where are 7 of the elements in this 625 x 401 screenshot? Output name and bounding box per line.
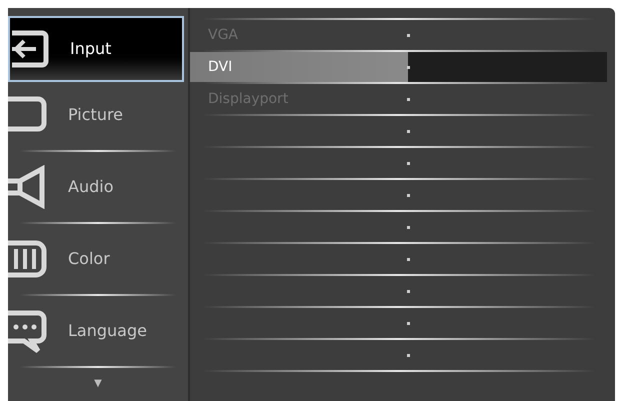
option-row[interactable]: DVI [190, 52, 607, 82]
scroll-down-arrow[interactable]: ▼ [94, 376, 102, 391]
menu-item[interactable]: Picture [8, 82, 184, 148]
menu-item[interactable]: Language [8, 298, 184, 364]
menu-item[interactable]: Audio [8, 154, 184, 220]
menu-item[interactable]: Input [8, 16, 184, 82]
menu-item[interactable]: Color [8, 226, 184, 292]
